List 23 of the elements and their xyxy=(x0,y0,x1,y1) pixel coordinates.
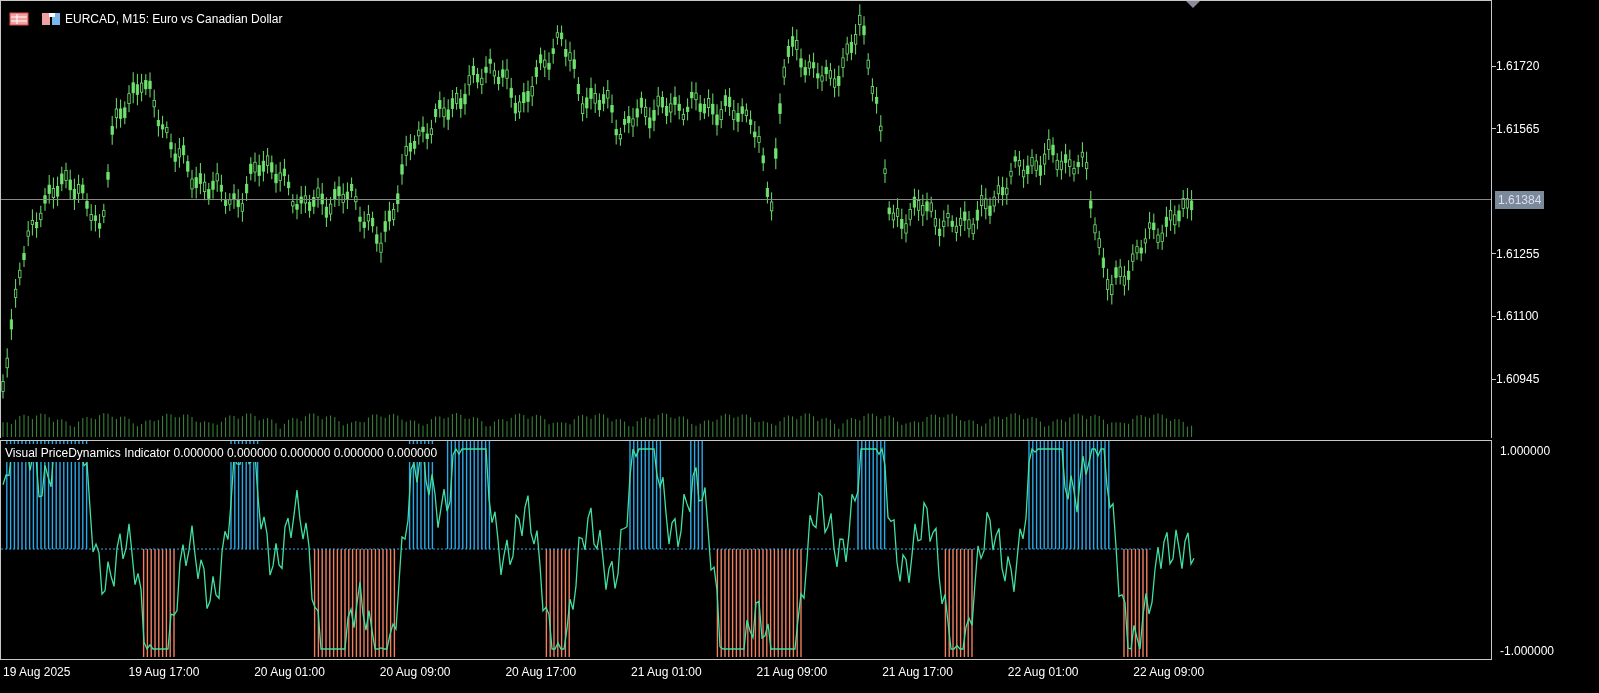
chart-title: EURCAD, M15: Euro vs Canadian Dollar xyxy=(65,11,283,28)
time-tick-label: 19 Aug 2025 xyxy=(2,664,72,681)
indicator-tick-label: 1.000000 xyxy=(1500,443,1552,460)
time-tick-label: 20 Aug 01:00 xyxy=(253,664,326,681)
price-tick-label: 1.61565 xyxy=(1496,120,1540,138)
time-tick-label: 21 Aug 17:00 xyxy=(881,664,954,681)
price-tick-label: 1.61100 xyxy=(1496,308,1539,326)
indicator-tick-label: -1.000000 xyxy=(1500,643,1556,660)
time-tick-label: 20 Aug 17:00 xyxy=(504,664,578,681)
time-tick-label: 20 Aug 09:00 xyxy=(378,664,452,681)
current-price-label: 1.61384 xyxy=(1495,191,1545,209)
price-tick-label: 1.60945 xyxy=(1496,371,1540,388)
indicator-label: Visual PriceDynamics Indicator 0.000000 0.000000 0.000000 0.000000 0.000000 xyxy=(3,444,440,462)
price-tick-label: 1.61255 xyxy=(1496,245,1540,263)
time-tick-label: 21 Aug 01:00 xyxy=(629,664,703,681)
chart-window-icon xyxy=(41,12,61,26)
time-tick-label: 21 Aug 09:00 xyxy=(755,664,829,681)
time-tick-label: 22 Aug 09:00 xyxy=(1132,664,1206,681)
time-tick-label: 19 Aug 17:00 xyxy=(127,664,201,681)
price-tick-label: 1.61720 xyxy=(1496,58,1540,75)
grid-icon xyxy=(9,12,29,26)
shift-marker-icon xyxy=(1186,1,1200,9)
time-tick-label: 22 Aug 01:00 xyxy=(1006,664,1080,681)
